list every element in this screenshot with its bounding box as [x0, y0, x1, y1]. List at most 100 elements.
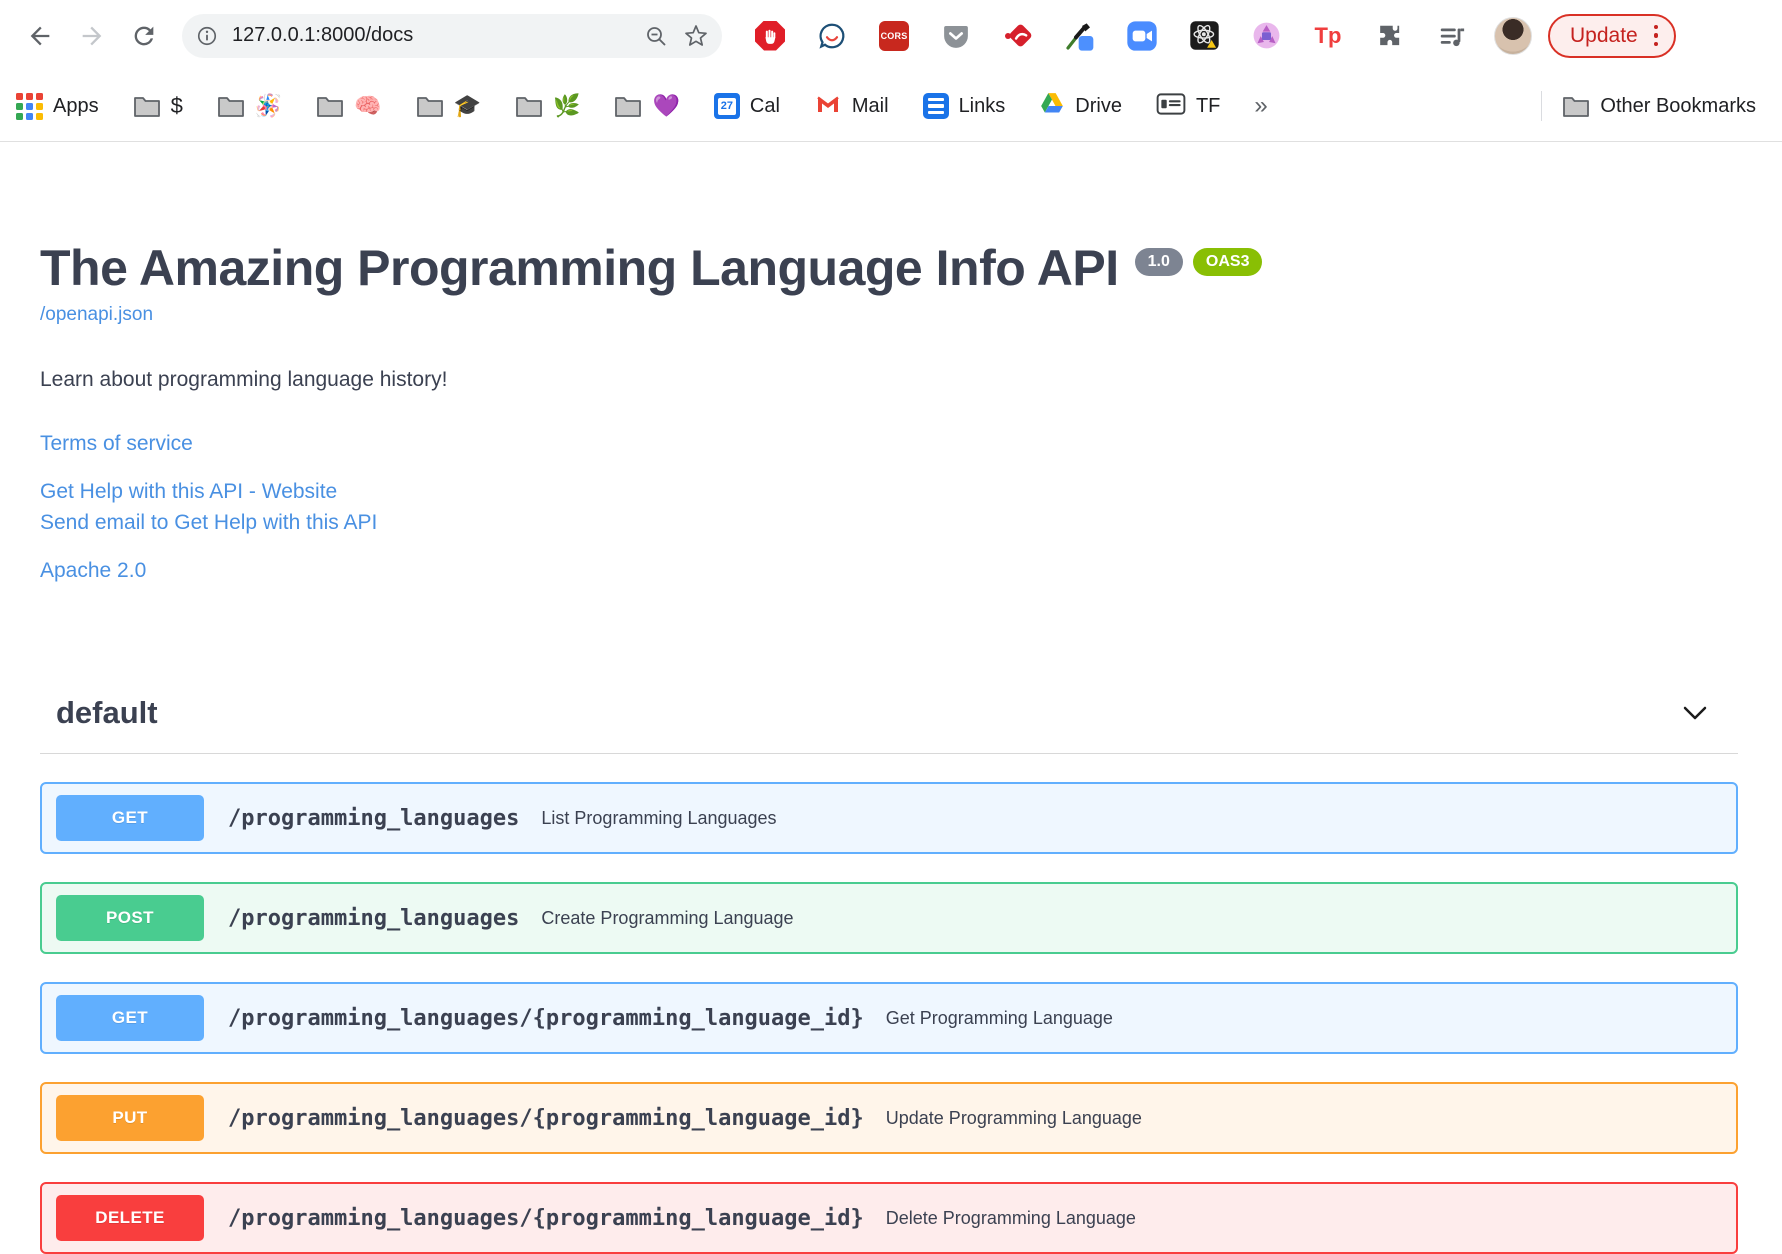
endpoint-row-delete[interactable]: DELETE /programming_languages/{programmi…: [40, 1182, 1738, 1254]
eyedropper-extension-icon[interactable]: [1064, 20, 1096, 52]
cors-extension-icon[interactable]: CORS: [878, 20, 910, 52]
react-devtools-extension-icon[interactable]: [1188, 20, 1220, 52]
bookmark-folder-graduation[interactable]: 🎓: [416, 93, 481, 119]
links-icon: [922, 93, 949, 119]
bookmark-mail[interactable]: Mail: [814, 92, 889, 121]
endpoint-path: /programming_languages/{programming_lang…: [228, 1205, 864, 1231]
endpoint-row-get-list[interactable]: GET /programming_languages List Programm…: [40, 782, 1738, 854]
forward-button[interactable]: [72, 16, 112, 56]
other-bookmarks[interactable]: Other Bookmarks: [1562, 94, 1756, 118]
endpoint-path: /programming_languages/{programming_lang…: [228, 1105, 864, 1131]
calendar-icon: 27: [713, 93, 740, 119]
gmail-icon: [814, 92, 842, 121]
endpoint-summary: Create Programming Language: [541, 907, 794, 928]
folder-icon: [217, 94, 245, 118]
back-button[interactable]: [20, 16, 60, 56]
pocket-extension-icon[interactable]: [940, 20, 972, 52]
bookmark-label: Mail: [851, 94, 889, 117]
site-info-icon[interactable]: [196, 25, 218, 47]
chat-bubble-extension-icon[interactable]: [816, 20, 848, 52]
adblock-extension-icon[interactable]: [754, 20, 786, 52]
extensions-row: CORS Tp: [754, 20, 1468, 52]
license-link[interactable]: Apache 2.0: [40, 559, 1738, 583]
folder-icon: [1562, 94, 1590, 118]
endpoint-row-post-create[interactable]: POST /programming_languages Create Progr…: [40, 882, 1738, 954]
browser-menu-icon[interactable]: [1653, 24, 1659, 47]
bookmark-folder-pinata[interactable]: 🪅: [217, 93, 282, 119]
section-default-header[interactable]: default: [40, 695, 1738, 754]
bookmarks-overflow-chevron[interactable]: »: [1254, 92, 1267, 120]
api-description: Learn about programming language history…: [40, 368, 448, 391]
reload-button[interactable]: [124, 16, 164, 56]
version-badge: 1.0: [1134, 248, 1183, 276]
other-bookmarks-label: Other Bookmarks: [1600, 94, 1756, 117]
bookmark-label: Apps: [53, 94, 99, 117]
reload-icon: [134, 26, 154, 45]
browser-toolbar: 127.0.0.1:8000/docs CORS Tp Update: [0, 0, 1782, 71]
apps-grid-icon: [16, 92, 43, 120]
bookmark-links[interactable]: Links: [922, 93, 1006, 119]
method-badge: PUT: [56, 1095, 204, 1141]
bookmark-star-icon[interactable]: [684, 24, 708, 48]
cors-label: CORS: [879, 20, 909, 51]
update-button[interactable]: Update: [1548, 13, 1677, 58]
tf-card-icon: [1156, 92, 1186, 121]
bookmark-label: TF: [1195, 94, 1221, 117]
get-help-website-link[interactable]: Get Help with this API - Website: [40, 480, 1738, 504]
endpoint-path: /programming_languages: [228, 805, 520, 831]
bookmark-folder-heart[interactable]: 💜: [614, 93, 680, 119]
bookmark-label: Links: [958, 94, 1006, 117]
folder-icon: [515, 94, 543, 118]
address-bar[interactable]: 127.0.0.1:8000/docs: [182, 13, 722, 58]
bookmark-label: 🎓: [453, 93, 482, 118]
endpoint-summary: Delete Programming Language: [885, 1207, 1136, 1228]
zoom-out-icon[interactable]: [644, 24, 668, 48]
terms-of-service-link[interactable]: Terms of service: [40, 432, 1738, 456]
bookmark-apps[interactable]: Apps: [16, 92, 99, 120]
bookmark-label: 🪅: [254, 93, 283, 118]
calendar-day: 27: [717, 97, 736, 115]
bookmark-label: Cal: [749, 94, 780, 117]
bookmark-calendar[interactable]: 27 Cal: [713, 93, 780, 119]
bookmark-folder-herb[interactable]: 🌿: [515, 93, 580, 119]
endpoint-path: /programming_languages/{programming_lang…: [228, 1005, 864, 1031]
profile-avatar[interactable]: [1494, 16, 1532, 55]
red-diamond-extension-icon[interactable]: [1002, 20, 1034, 52]
puzzle-extensions-menu-icon[interactable]: [1374, 20, 1406, 52]
playlist-extension-icon[interactable]: [1436, 20, 1468, 52]
endpoint-summary: Update Programming Language: [885, 1107, 1142, 1128]
bookmarks-bar: Apps $ 🪅 🧠 🎓 🌿 💜 27 Cal Mail Links Drive…: [0, 71, 1782, 142]
folder-icon: [416, 94, 444, 118]
bookmark-label: 💜: [652, 93, 680, 118]
endpoint-summary: List Programming Languages: [541, 807, 777, 828]
endpoint-summary: Get Programming Language: [885, 1007, 1113, 1028]
method-badge: DELETE: [56, 1195, 204, 1241]
bookmark-label: 🧠: [354, 93, 382, 118]
bookmark-tf[interactable]: TF: [1156, 92, 1220, 121]
tp-extension-icon[interactable]: Tp: [1312, 20, 1344, 52]
browser-window: 127.0.0.1:8000/docs CORS Tp Update Apps …: [0, 0, 1782, 1254]
folder-icon: [133, 94, 161, 118]
method-badge: GET: [56, 995, 204, 1041]
chevron-down-icon[interactable]: [1680, 698, 1710, 728]
recycle-extension-icon[interactable]: [1250, 20, 1282, 52]
api-title-row: The Amazing Programming Language Info AP…: [40, 238, 1738, 298]
bookmark-folder-brain[interactable]: 🧠: [316, 93, 382, 119]
back-arrow-icon: [30, 26, 50, 45]
endpoint-row-put-update[interactable]: PUT /programming_languages/{programming_…: [40, 1082, 1738, 1154]
drive-icon: [1039, 92, 1065, 121]
send-email-link[interactable]: Send email to Get Help with this API: [40, 511, 1738, 535]
bookmark-label: Drive: [1075, 94, 1122, 117]
bookmark-label: 🌿: [553, 93, 581, 118]
openapi-spec-link[interactable]: /openapi.json: [40, 304, 153, 326]
zoom-extension-icon[interactable]: [1126, 20, 1158, 52]
url-text[interactable]: 127.0.0.1:8000/docs: [232, 24, 628, 47]
endpoint-path: /programming_languages: [228, 905, 520, 931]
endpoint-row-get-one[interactable]: GET /programming_languages/{programming_…: [40, 982, 1738, 1054]
section-title: default: [56, 695, 158, 730]
method-badge: GET: [56, 795, 204, 841]
bookmark-folder-dollar[interactable]: $: [133, 93, 183, 119]
oas3-badge: OAS3: [1192, 248, 1263, 276]
update-label: Update: [1570, 23, 1638, 47]
bookmark-drive[interactable]: Drive: [1039, 92, 1122, 121]
